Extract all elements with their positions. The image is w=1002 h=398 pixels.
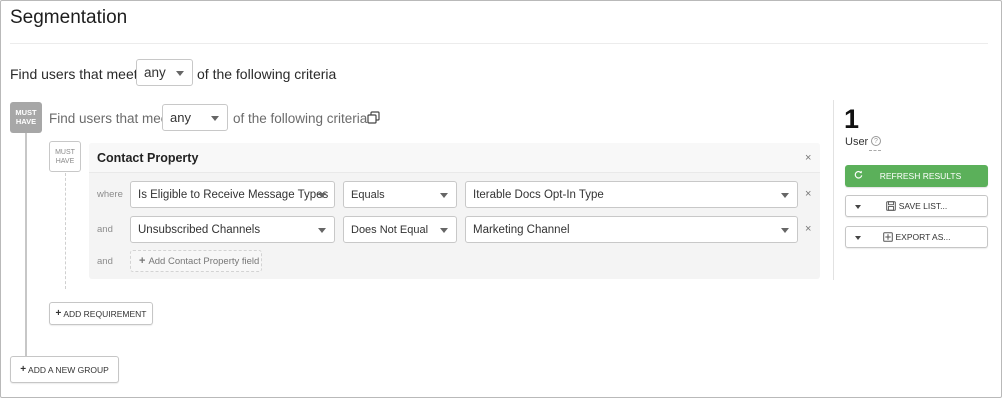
top-match-select-value: any: [144, 65, 166, 80]
top-criteria-prefix: Find users that meet: [10, 66, 138, 82]
help-underline: [869, 150, 881, 151]
refresh-results-label: REFRESH RESULTS: [879, 171, 962, 181]
refresh-results-button[interactable]: REFRESH RESULTS: [845, 165, 988, 187]
operator-select-value: Does Not Equal: [351, 223, 429, 236]
plus-icon: +: [139, 255, 146, 267]
chevron-down-icon: [211, 115, 219, 121]
group-must-have-badge: MUST HAVE: [10, 102, 42, 133]
value-select-value: Iterable Docs Opt-In Type: [473, 188, 604, 201]
add-contact-property-field-button[interactable]: + Add Contact Property field: [130, 250, 262, 272]
add-new-group-label: ADD A NEW GROUP: [28, 364, 109, 375]
field-select[interactable]: Unsubscribed Channels: [130, 216, 335, 243]
group-match-select[interactable]: any: [162, 104, 228, 131]
badge-line: HAVE: [15, 117, 37, 126]
add-requirement-button[interactable]: + ADD REQUIREMENT: [49, 302, 153, 325]
results-panel-divider: [833, 100, 834, 280]
chevron-down-icon: [176, 70, 184, 76]
refresh-icon: [854, 170, 863, 179]
requirement-title: Contact Property: [97, 151, 199, 165]
badge-line: HAVE: [55, 158, 75, 165]
top-match-select[interactable]: any: [136, 59, 193, 86]
requirement-must-have-badge: MUST HAVE: [49, 141, 81, 172]
export-as-label: EXPORT AS...: [895, 232, 951, 242]
save-list-button[interactable]: SAVE LIST...: [845, 195, 988, 217]
group-match-select-value: any: [170, 110, 191, 125]
group-criteria-suffix: of the following criteria: [233, 111, 368, 126]
chevron-down-icon: [781, 192, 789, 198]
field-select-value: Is Eligible to Receive Message Types: [138, 188, 329, 201]
add-requirement-label: ADD REQUIREMENT: [63, 308, 147, 319]
caret-down-icon: [855, 205, 861, 209]
requirement-connector-line: [65, 173, 66, 289]
badge-line: MUST: [15, 108, 37, 117]
operator-select[interactable]: Equals: [343, 181, 457, 208]
row-connector: and: [97, 256, 113, 267]
remove-row-icon[interactable]: ×: [805, 188, 811, 200]
operator-select[interactable]: Does Not Equal: [343, 216, 457, 243]
chevron-down-icon: [440, 227, 448, 233]
export-as-button[interactable]: EXPORT AS...: [845, 226, 988, 248]
top-criteria-suffix: of the following criteria: [197, 66, 337, 82]
page-title: Segmentation: [10, 7, 128, 28]
remove-requirement-icon[interactable]: ×: [805, 152, 811, 164]
copy-group-icon[interactable]: [367, 111, 380, 124]
export-icon: [882, 232, 893, 242]
row-connector: where: [97, 189, 123, 200]
user-count: 1: [844, 104, 860, 134]
plus-icon: +: [20, 364, 27, 375]
help-icon[interactable]: ?: [871, 136, 881, 146]
plus-icon: +: [55, 308, 62, 319]
caret-down-icon: [855, 236, 861, 240]
badge-line: MUST: [55, 149, 75, 156]
chevron-down-icon: [781, 227, 789, 233]
chevron-down-icon: [318, 192, 326, 198]
value-select-value: Marketing Channel: [473, 223, 570, 236]
requirement-card-header: [89, 143, 820, 173]
row-connector: and: [97, 224, 113, 235]
field-select[interactable]: Is Eligible to Receive Message Types: [130, 181, 335, 208]
operator-select-value: Equals: [351, 188, 385, 201]
title-divider: [10, 43, 988, 44]
add-new-group-button[interactable]: + ADD A NEW GROUP: [10, 356, 119, 383]
remove-row-icon[interactable]: ×: [805, 223, 811, 235]
save-icon: [885, 201, 896, 211]
value-select[interactable]: Marketing Channel: [465, 216, 798, 243]
save-list-label: SAVE LIST...: [898, 201, 948, 211]
user-count-label: User: [845, 136, 869, 148]
add-field-label: Add Contact Property field: [148, 255, 260, 267]
chevron-down-icon: [318, 227, 326, 233]
group-criteria-prefix: Find users that meet: [49, 111, 173, 126]
value-select[interactable]: Iterable Docs Opt-In Type: [465, 181, 798, 208]
group-connector-line: [25, 133, 27, 357]
field-select-value: Unsubscribed Channels: [138, 223, 261, 236]
chevron-down-icon: [440, 192, 448, 198]
